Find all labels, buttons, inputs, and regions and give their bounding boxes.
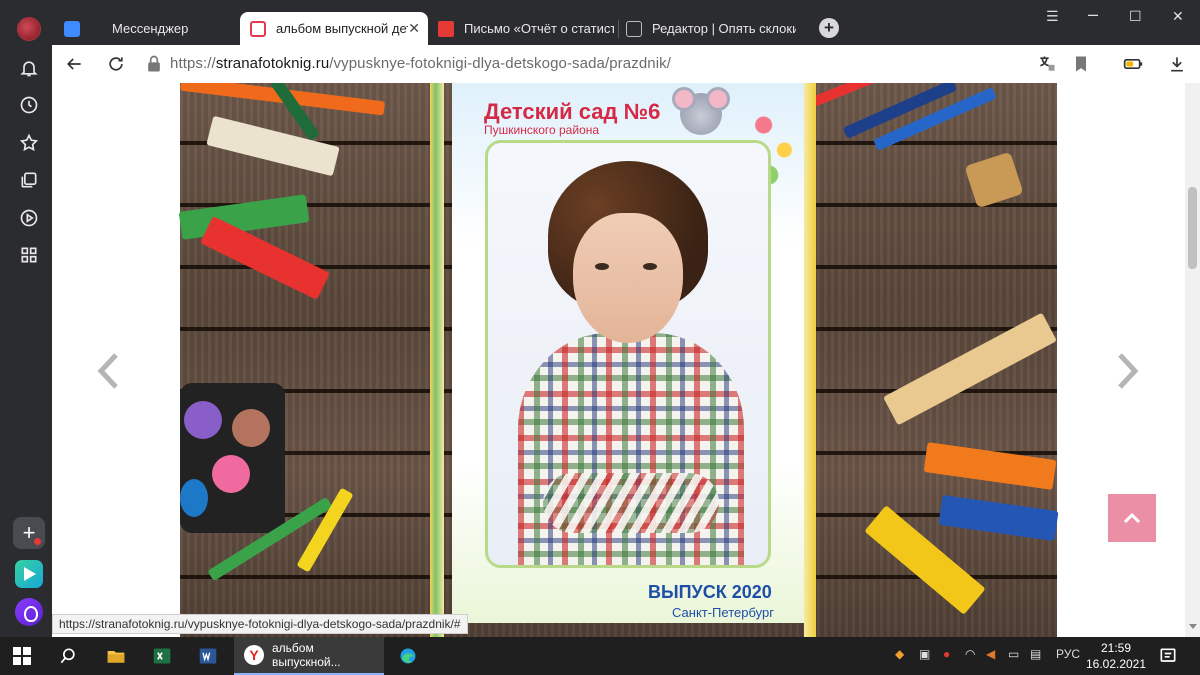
- address-bar: https://stranafotoknig.ru/vypusknye-foto…: [52, 45, 1200, 83]
- tray-remote-icon[interactable]: ▣: [919, 647, 930, 661]
- maximize-icon[interactable]: ☐: [1129, 8, 1142, 25]
- battery-icon[interactable]: [1123, 54, 1147, 74]
- plasticine-decoration: [938, 495, 1059, 541]
- translate-icon[interactable]: [1037, 54, 1057, 74]
- clock-time: 21:59: [1100, 641, 1132, 655]
- notification-dot: [34, 538, 41, 545]
- next-slide-chevron-icon[interactable]: [1112, 351, 1142, 391]
- tab-messenger[interactable]: Мессенджер: [60, 12, 238, 45]
- plasticine-decoration: [206, 115, 340, 177]
- volume-icon[interactable]: ◀: [986, 647, 995, 661]
- tabs-menu-icon[interactable]: ☰: [1046, 8, 1059, 25]
- tab-label: Письмо «Отчёт о статисти: [464, 21, 614, 36]
- tab-strip: Мессенджер альбом выпускной детс ✕ Письм…: [58, 0, 1200, 45]
- excel-icon[interactable]: [142, 637, 182, 675]
- paint-palette-decoration: [180, 383, 285, 533]
- add-panel-button[interactable]: +: [13, 517, 45, 549]
- bookmark-icon[interactable]: [1071, 54, 1091, 74]
- minimize-icon[interactable]: –: [1088, 4, 1098, 25]
- messenger-icon: [64, 20, 80, 37]
- album-city: Санкт-Петербург: [672, 605, 774, 620]
- photo-face: [573, 213, 683, 343]
- tab-editor[interactable]: Редактор | Опять склоки в: [624, 12, 798, 45]
- tab-label: Редактор | Опять склоки в: [652, 21, 796, 36]
- clock-date: 16.02.2021: [1085, 657, 1147, 671]
- profile-avatar[interactable]: [17, 17, 41, 41]
- site-favicon-icon: [250, 20, 266, 37]
- scrollbar-thumb[interactable]: [1188, 187, 1197, 269]
- tray-app-icon[interactable]: ◆: [895, 647, 904, 661]
- tab-label: альбом выпускной детс: [276, 21, 408, 36]
- chevron-up-icon: [1123, 512, 1141, 524]
- download-icon[interactable]: [1167, 54, 1187, 74]
- photo-eye: [595, 263, 609, 270]
- collections-icon[interactable]: [13, 164, 45, 196]
- windows-taskbar: Y альбом выпускной... ◆ ▣ ● ◠ ◀ ▭ ▤ РУС …: [0, 637, 1200, 675]
- scroll-to-top-button[interactable]: [1108, 494, 1156, 542]
- tray-drive-icon[interactable]: ▤: [1030, 647, 1041, 661]
- display-icon[interactable]: ▭: [1008, 647, 1019, 661]
- taskbar-yandex-browser-button[interactable]: Y альбом выпускной...: [234, 637, 384, 675]
- marker-decoration: [809, 83, 887, 108]
- url-path: /vypusknye-fotoknigi-dlya-detskogo-sada/…: [329, 55, 672, 72]
- reload-icon[interactable]: [106, 54, 126, 74]
- bell-icon[interactable]: [13, 52, 45, 84]
- messenger-app-icon[interactable]: [15, 560, 43, 588]
- file-explorer-icon[interactable]: [96, 637, 136, 675]
- album-page-edge: [804, 83, 816, 637]
- photo-arms: [543, 473, 719, 533]
- child-photo: [485, 140, 771, 568]
- tab-label: Мессенджер: [112, 21, 189, 36]
- tab-mail[interactable]: Письмо «Отчёт о статисти: [436, 12, 616, 45]
- vertical-scrollbar[interactable]: [1185, 83, 1200, 637]
- plasticine-decoration: [923, 442, 1057, 490]
- back-arrow-icon[interactable]: [64, 54, 84, 74]
- sharpener-decoration: [964, 151, 1024, 209]
- new-tab-button[interactable]: +: [819, 18, 839, 38]
- screen: + Мессенджер альбом выпускной детс ✕ Пис…: [0, 0, 1200, 675]
- plasticine-decoration: [200, 216, 330, 300]
- bookmarks-star-icon[interactable]: [13, 127, 45, 159]
- page-content: Детский сад №6 Пушкинского района ВЫПУСК…: [52, 83, 1185, 637]
- taskbar-clock[interactable]: 21:59 16.02.2021: [1085, 640, 1147, 672]
- alice-assistant-icon[interactable]: [15, 598, 43, 626]
- language-indicator[interactable]: РУС: [1056, 647, 1080, 661]
- wifi-icon[interactable]: ◠: [965, 647, 975, 661]
- windows-start-icon[interactable]: [0, 637, 44, 675]
- link-status-url: https://stranafotoknig.ru/vypusknye-foto…: [52, 614, 468, 634]
- taskbar-window-label: альбом выпускной...: [272, 641, 341, 669]
- edge-icon[interactable]: [388, 637, 428, 675]
- url-scheme: https://: [170, 55, 216, 72]
- history-clock-icon[interactable]: [13, 89, 45, 121]
- close-tab-icon[interactable]: ✕: [408, 20, 420, 37]
- album-release-year: ВЫПУСК 2020: [648, 582, 772, 602]
- tab-separator: [618, 20, 619, 38]
- lock-icon[interactable]: [144, 54, 160, 74]
- mouse-illustration: [672, 87, 730, 135]
- album-page-edge: [430, 83, 444, 637]
- close-window-icon[interactable]: ✕: [1172, 8, 1184, 25]
- photo-eye: [643, 263, 657, 270]
- album-title: Детский сад №6: [484, 99, 661, 124]
- prev-slide-chevron-icon[interactable]: [94, 351, 124, 391]
- mail-icon: [438, 20, 454, 37]
- yandex-browser-icon: Y: [244, 645, 264, 665]
- video-play-icon[interactable]: [13, 202, 45, 234]
- word-icon[interactable]: [188, 637, 228, 675]
- editor-icon: [626, 20, 642, 37]
- album-subtitle: Пушкинского района: [484, 123, 600, 137]
- services-grid-icon[interactable]: [13, 239, 45, 271]
- ruler-decoration: [883, 312, 1057, 426]
- url-field[interactable]: https://stranafotoknig.ru/vypusknye-foto…: [170, 55, 671, 72]
- notifications-icon[interactable]: [1150, 637, 1186, 675]
- scroll-down-arrow-icon[interactable]: [1189, 624, 1197, 629]
- tray-alert-icon[interactable]: ●: [943, 647, 950, 661]
- search-icon[interactable]: [48, 637, 88, 675]
- url-host: stranafotoknig.ru: [215, 55, 330, 72]
- browser-sidebar: +: [0, 0, 58, 637]
- tab-album[interactable]: альбом выпускной детс ✕: [240, 12, 428, 45]
